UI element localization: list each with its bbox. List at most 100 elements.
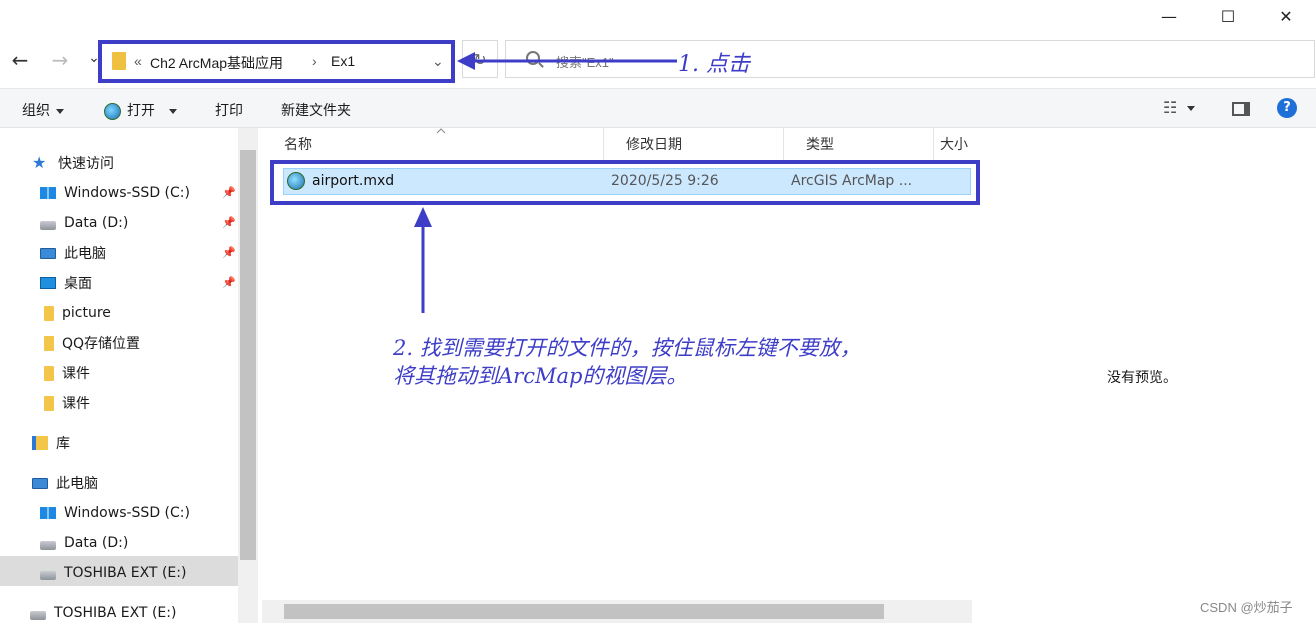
computer-icon xyxy=(40,247,56,259)
nav-scrollbar[interactable] xyxy=(238,128,258,623)
nav-label: 库 xyxy=(56,436,70,452)
nav-quick-access[interactable]: ★ 快速访问 xyxy=(32,148,114,178)
annotation-step2-line1: 2. 找到需要打开的文件的，按住鼠标左键不要放， xyxy=(393,336,861,360)
nav-label: QQ存储位置 xyxy=(62,336,141,352)
nav-label: Windows-SSD (C:) xyxy=(64,505,190,521)
nav-label: 快速访问 xyxy=(58,156,114,172)
nav-item-qq-storage[interactable]: QQ存储位置 xyxy=(44,328,140,358)
nav-item-c-drive[interactable]: Windows-SSD (C:) xyxy=(40,498,190,528)
column-header-label: 大小 xyxy=(940,137,968,153)
folder-icon xyxy=(44,335,54,351)
nav-label: Data (D:) xyxy=(64,215,129,231)
preview-empty-text: 没有预览。 xyxy=(1107,370,1177,386)
nav-item-courseware[interactable]: 课件 xyxy=(44,388,90,418)
nav-item-this-pc[interactable]: 此电脑 xyxy=(40,238,106,268)
arcmap-icon xyxy=(104,102,121,120)
folder-icon xyxy=(44,365,54,381)
command-bar: 组织 打开 打印 新建文件夹 ☷ ? xyxy=(0,88,1316,128)
address-bar[interactable]: « Ch2 ArcMap基础应用 › Ex1 ⌄ xyxy=(98,40,455,83)
file-modified: 2020/5/25 9:26 xyxy=(611,173,719,189)
print-button[interactable]: 打印 xyxy=(215,100,243,120)
caret-down-icon xyxy=(169,108,177,114)
nav-item-desktop[interactable]: 桌面 xyxy=(40,268,92,298)
nav-label: TOSHIBA EXT (E:) xyxy=(54,605,177,621)
address-overflow-icon[interactable]: « xyxy=(134,53,142,69)
address-dropdown-icon[interactable]: ⌄ xyxy=(432,53,444,70)
new-folder-button[interactable]: 新建文件夹 xyxy=(281,100,351,120)
maximize-button[interactable]: ☐ xyxy=(1205,0,1251,32)
nav-external-drive[interactable]: TOSHIBA EXT (E:) xyxy=(30,598,176,623)
pin-icon[interactable]: 📌 xyxy=(222,186,236,199)
organize-menu[interactable]: 组织 xyxy=(22,100,64,120)
caret-down-icon xyxy=(56,108,64,114)
nav-this-pc[interactable]: 此电脑 xyxy=(32,468,98,498)
nav-label: Windows-SSD (C:) xyxy=(64,185,190,201)
nav-label: 课件 xyxy=(62,366,90,382)
column-header-size[interactable]: 大小 xyxy=(920,128,972,160)
maximize-icon: ☐ xyxy=(1220,6,1236,26)
preview-pane-button[interactable] xyxy=(1232,102,1250,116)
help-button[interactable]: ? xyxy=(1277,98,1297,118)
pin-icon[interactable]: 📌 xyxy=(222,216,236,229)
folder-icon xyxy=(44,395,54,411)
drive-icon xyxy=(40,220,56,230)
change-view-button[interactable]: ☷ xyxy=(1163,98,1196,117)
nav-label: 桌面 xyxy=(64,276,92,292)
mxd-file-icon xyxy=(287,172,305,190)
help-icon: ? xyxy=(1283,100,1291,115)
minimize-button[interactable]: — xyxy=(1146,0,1192,32)
nav-label: 此电脑 xyxy=(56,476,98,492)
horizontal-scrollbar[interactable] xyxy=(262,600,972,623)
column-header-label: 名称 xyxy=(284,137,312,153)
open-label: 打开 xyxy=(127,103,155,119)
star-icon: ★ xyxy=(32,153,47,172)
scrollbar-thumb[interactable] xyxy=(240,150,256,560)
nav-item-c-drive[interactable]: Windows-SSD (C:) xyxy=(40,178,190,208)
nav-label: TOSHIBA EXT (E:) xyxy=(64,565,187,581)
scrollbar-thumb[interactable] xyxy=(284,604,884,619)
windows-drive-icon xyxy=(40,507,56,519)
column-header-label: 类型 xyxy=(806,137,834,153)
organize-label: 组织 xyxy=(22,103,50,119)
pin-icon[interactable]: 📌 xyxy=(222,276,236,289)
forward-button[interactable]: → xyxy=(46,46,74,74)
library-icon xyxy=(32,436,48,450)
forward-arrow-icon: → xyxy=(51,48,69,72)
annotation-step2-line2: 将其拖动到ArcMap的视图层。 xyxy=(393,364,688,388)
breadcrumb-separator-icon[interactable]: › xyxy=(312,53,317,69)
nav-label: 此电脑 xyxy=(64,246,106,262)
sort-ascending-icon xyxy=(436,128,446,134)
folder-icon xyxy=(44,305,54,321)
computer-icon xyxy=(32,477,48,489)
close-icon: ✕ xyxy=(1279,6,1293,26)
file-type: ArcGIS ArcMap ... xyxy=(791,173,913,189)
column-header-type[interactable]: 类型 xyxy=(784,128,934,160)
nav-label: picture xyxy=(62,305,111,321)
caret-down-icon xyxy=(1187,106,1196,111)
column-header-name[interactable]: 名称 xyxy=(262,128,604,160)
drive-icon xyxy=(40,540,56,550)
nav-item-d-drive[interactable]: Data (D:) xyxy=(40,528,128,558)
nav-item-e-drive[interactable]: TOSHIBA EXT (E:) xyxy=(40,558,186,588)
nav-item-d-drive[interactable]: Data (D:) xyxy=(40,208,128,238)
annotation-arrow-1 xyxy=(457,52,677,70)
windows-drive-icon xyxy=(40,187,56,199)
back-button[interactable]: ← xyxy=(6,46,34,74)
column-header-label: 修改日期 xyxy=(626,137,682,153)
close-button[interactable]: ✕ xyxy=(1263,0,1309,32)
nav-libraries[interactable]: 库 xyxy=(32,428,70,458)
annotation-step1: 1. 点击 xyxy=(678,52,750,77)
nav-item-picture[interactable]: picture xyxy=(44,298,111,328)
desktop-icon xyxy=(40,277,56,289)
view-options-icon: ☷ xyxy=(1163,98,1178,117)
column-header-modified[interactable]: 修改日期 xyxy=(604,128,784,160)
nav-item-courseware[interactable]: 课件 xyxy=(44,358,90,388)
pin-icon[interactable]: 📌 xyxy=(222,246,236,259)
breadcrumb-segment[interactable]: Ex1 xyxy=(331,53,355,69)
breadcrumb-segment[interactable]: Ch2 ArcMap基础应用 xyxy=(150,53,283,73)
back-arrow-icon: ← xyxy=(11,48,29,72)
minimize-icon: — xyxy=(1161,6,1177,26)
drive-icon xyxy=(40,570,56,580)
file-name[interactable]: airport.mxd xyxy=(312,173,394,189)
open-button[interactable]: 打开 xyxy=(104,100,177,120)
